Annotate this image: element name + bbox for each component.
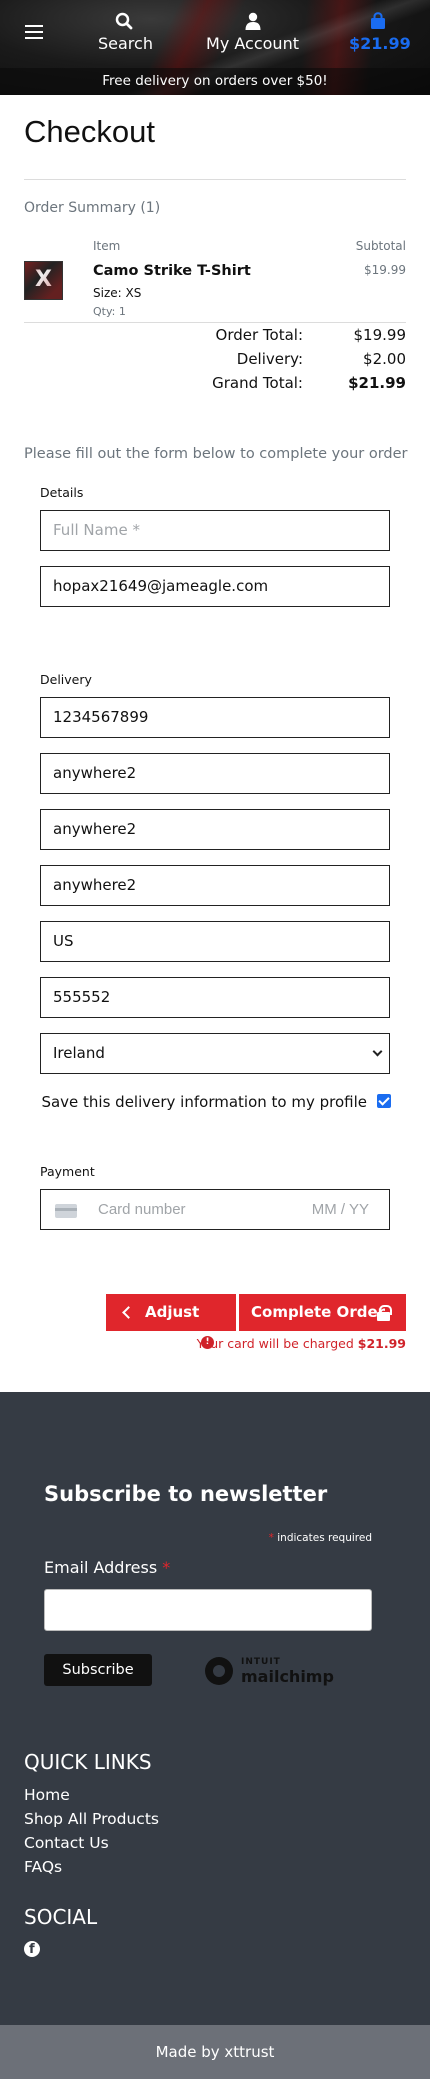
charge-amount: $21.99 [357,1336,406,1351]
card-element[interactable]: Card number MM / YY [40,1189,390,1230]
newsletter-email-label: Email Address * [44,1558,170,1577]
town-city-field[interactable]: anywhere2 [40,865,390,906]
grand-total-label: Grand Total: [212,374,303,392]
delivery-cost-label: Delivery: [236,350,303,368]
menu-icon[interactable] [25,25,43,39]
email-field[interactable]: hopax21649@jameagle.com [40,566,390,607]
street-address-2-field[interactable]: anywhere2 [40,809,390,850]
product-thumbnail [24,261,63,300]
delivery-cost-value: $2.00 [363,350,406,368]
full-name-field[interactable]: Full Name * [40,510,390,551]
country-select[interactable]: Ireland [40,1033,390,1074]
required-note: * indicates required [269,1532,372,1544]
adjust-bag-button[interactable]: Adjust Bag [106,1294,236,1358]
footer-link-contact[interactable]: Contact Us [24,1834,109,1852]
made-by-credit: Made by xttrust [0,2025,430,2079]
order-total-value: $19.99 [353,326,407,344]
mailchimp-logo-top: INTUIT [241,1657,281,1667]
required-note-text: indicates required [277,1532,372,1544]
column-header-item: Item [93,239,121,253]
postcode-field[interactable]: 555552 [40,977,390,1018]
grand-total-value: $21.99 [348,374,406,392]
site-header: Search My Account $21.99 Free delivery o… [0,0,430,95]
search-icon [115,12,133,30]
order-total-label: Order Total: [215,326,303,344]
complete-order-label: Complete Order [251,1303,386,1321]
nav-search[interactable]: Search [98,12,153,53]
card-number-input[interactable]: Card number [98,1190,186,1229]
footer-link-faqs[interactable]: FAQs [24,1858,62,1876]
street-address-1-field[interactable]: anywhere2 [40,753,390,794]
mailchimp-logo-text: mailchimp [241,1667,334,1686]
page-title: Checkout [24,114,155,149]
adjust-bag-label: Adjust Bag [145,1303,200,1358]
shopping-bag-icon [371,12,385,29]
mailchimp-logo[interactable]: INTUIT mailchimp [205,1654,334,1688]
country-select-value: Ireland [53,1044,105,1062]
credit-card-icon [55,1204,77,1218]
county-field[interactable]: US [40,921,390,962]
product-subtotal: $19.99 [364,263,406,277]
save-info-label: Save this delivery information to my pro… [41,1093,367,1111]
chevron-down-icon [372,1046,383,1057]
nav-my-account[interactable]: My Account [205,12,300,53]
phone-number-field[interactable]: 1234567899 [40,697,390,738]
form-instructions: Please fill out the form below to comple… [24,446,408,462]
column-header-subtotal: Subtotal [355,239,406,253]
delivery-section-label: Delivery [40,672,92,687]
required-star-icon: * [162,1558,171,1577]
site-footer: Subscribe to newsletter * indicates requ… [0,1392,430,2025]
social-title: SOCIAL [24,1905,98,1929]
nav-cart[interactable]: $21.99 [349,12,411,53]
newsletter-email-input[interactable] [44,1589,372,1631]
divider [24,322,406,323]
user-icon [245,12,260,30]
facebook-icon[interactable] [24,1941,40,1957]
charge-notice: Your card will be charged $21.99 [197,1336,406,1351]
chevron-left-icon [122,1306,135,1319]
order-summary-heading: Order Summary (1) [24,200,161,216]
product-name: Camo Strike T-Shirt [93,263,251,279]
subscribe-button[interactable]: Subscribe [44,1654,152,1686]
quick-links-title: QUICK LINKS [24,1750,152,1774]
newsletter-title: Subscribe to newsletter [44,1482,328,1506]
footer-link-shop[interactable]: Shop All Products [24,1810,159,1828]
delivery-banner: Free delivery on orders over $50! [0,68,430,95]
nav-account-label: My Account [206,34,299,53]
charge-notice-text: Your card will be charged [196,1336,354,1351]
required-star-icon: * [268,1532,278,1544]
mailchimp-icon [205,1657,233,1685]
product-size: Size: XS [93,286,142,300]
divider [24,179,406,180]
footer-link-home[interactable]: Home [24,1786,70,1804]
card-expiry-input[interactable]: MM / YY [312,1190,369,1229]
cart-total: $21.99 [349,34,411,53]
payment-section-label: Payment [40,1164,95,1179]
nav-search-label: Search [98,34,153,53]
newsletter-email-label-text: Email Address [44,1558,158,1577]
lock-icon [377,1305,392,1321]
save-info-checkbox[interactable] [377,1094,391,1108]
complete-order-button[interactable]: Complete Order [239,1294,406,1331]
product-qty: Qty: 1 [93,305,126,318]
details-section-label: Details [40,485,84,500]
